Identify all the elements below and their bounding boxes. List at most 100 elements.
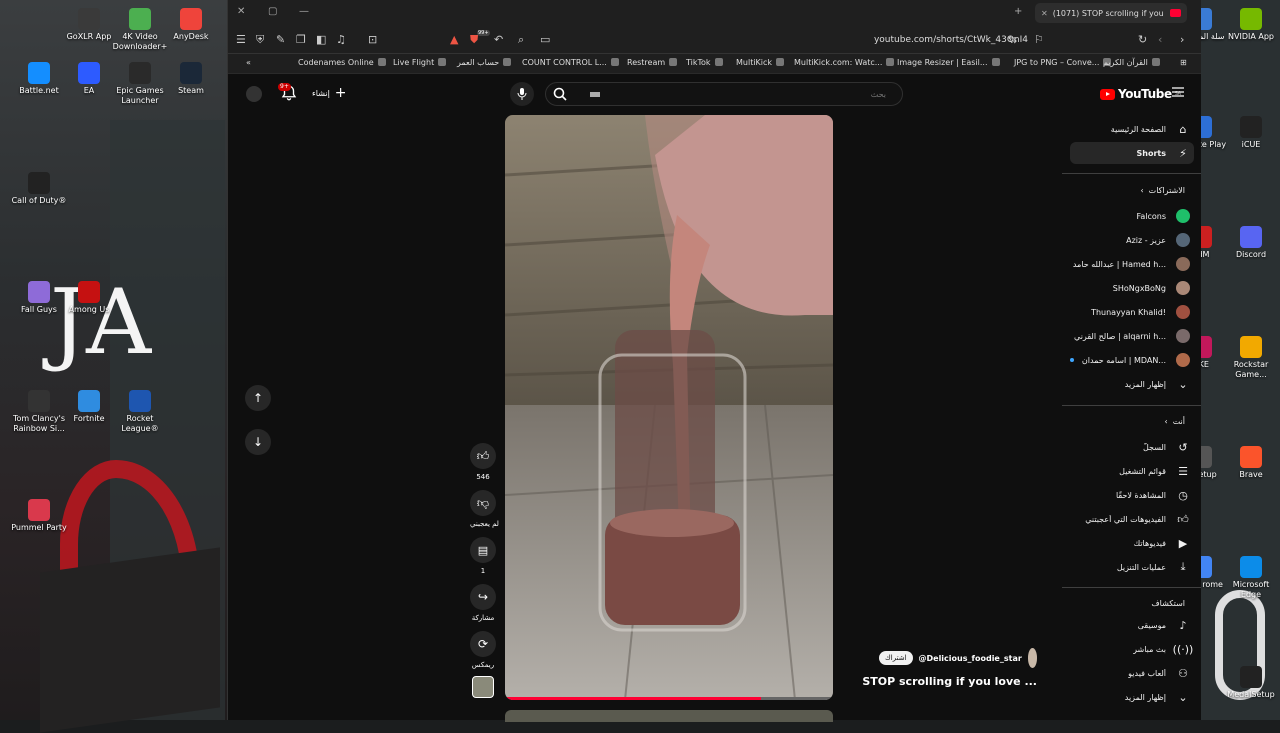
search-input[interactable] xyxy=(586,86,886,102)
bookmark-quran[interactable]: القرآن الكريم xyxy=(1103,58,1160,67)
next-short-button[interactable]: ↓ xyxy=(245,429,271,455)
desktop-icon-anydesk[interactable]: AnyDesk xyxy=(159,8,223,42)
minimize-icon[interactable]: — xyxy=(299,6,309,17)
video-progress-bar[interactable] xyxy=(505,697,833,700)
shield-icon[interactable]: ⛨ xyxy=(256,34,264,46)
sidebar-item-home[interactable]: الصفحة الرئيسية ⌂ xyxy=(1070,118,1194,140)
desktop-icon-icue[interactable]: iCUE xyxy=(1222,116,1280,150)
subscription-item[interactable]: Aziz - عزيز xyxy=(1070,229,1194,251)
sidebar-item-watch-later[interactable]: المشاهدة لاحقًا ◷ xyxy=(1070,484,1194,506)
like-button[interactable]: 👍︎ xyxy=(470,443,496,469)
video-title[interactable]: STOP scrolling if you love ... xyxy=(837,675,1037,688)
screenshot-icon[interactable]: ⊡ xyxy=(368,34,377,46)
address-bar[interactable]: youtube.com/shorts/CtWk_43QnI4 xyxy=(788,33,1028,49)
desktop-icon-amongus[interactable]: Among Us xyxy=(57,281,121,315)
bookmark-codenames[interactable]: Codenames Online xyxy=(298,58,386,67)
sidebar-item-music[interactable]: موسيقى ♪ xyxy=(1070,614,1194,636)
account-avatar[interactable] xyxy=(246,86,262,102)
tabs-icon[interactable]: ❐ xyxy=(296,34,306,46)
subscription-item[interactable]: عبدالله حامد | Hamed h... xyxy=(1070,253,1194,275)
sidebar-item-history[interactable]: السجلّ ↺ xyxy=(1070,436,1194,458)
desktop-icon-rocket[interactable]: Rocket League® xyxy=(108,390,172,434)
bookmark-count[interactable]: COUNT CONTROL L... xyxy=(522,58,619,67)
channel-avatar[interactable] xyxy=(1027,648,1037,668)
back-icon[interactable]: ‹ xyxy=(1158,34,1162,46)
desktop-icon-nvidia[interactable]: NVIDIA App xyxy=(1222,8,1280,42)
desktop-icon-pummel[interactable]: Pummel Party xyxy=(7,499,71,533)
sidebar-icon[interactable]: ◧ xyxy=(316,34,326,46)
subscription-item[interactable]: اسامه حمدان | MDAN... xyxy=(1070,349,1194,371)
comments-button[interactable]: ▤ xyxy=(470,537,496,563)
bookmark-multikick-com[interactable]: MultiKick.com: Watc... xyxy=(794,58,895,67)
bookmark-label: Restream xyxy=(627,58,666,67)
back-history-icon[interactable]: ↶ xyxy=(494,34,503,46)
desktop-icon-brave[interactable]: Brave xyxy=(1222,446,1280,480)
live-dot-icon xyxy=(1070,358,1074,362)
remix-button[interactable]: ⟳ xyxy=(470,631,496,657)
create-button[interactable]: إنشاء + xyxy=(312,84,347,102)
desktop-icon-edge[interactable]: Microsoft Edge xyxy=(1222,556,1280,600)
voice-search-icon[interactable] xyxy=(510,82,534,106)
shorts-video-player[interactable] xyxy=(505,115,833,700)
guide-menu-icon[interactable] xyxy=(1172,87,1184,97)
new-tab-icon[interactable]: + xyxy=(1014,6,1022,17)
menu-icon[interactable]: ☰ xyxy=(236,34,246,46)
subscription-item[interactable]: صالح القرني | alqarni h... xyxy=(1070,325,1194,347)
you-title: أنت xyxy=(1172,417,1185,426)
youtube-logo[interactable]: YouTube SA xyxy=(1100,86,1181,102)
sidebar-item-gaming[interactable]: ألعاب فيديو ⚇ xyxy=(1070,662,1194,684)
site-settings-icon[interactable]: ⇆ xyxy=(1008,34,1017,46)
sidebar-show-more-subscriptions[interactable]: إظهار المزيد ⌄ xyxy=(1070,373,1194,395)
tab-close-icon[interactable]: ✕ xyxy=(1041,9,1048,18)
bookmark-multikick[interactable]: MultiKick xyxy=(736,58,785,67)
subscription-item[interactable]: Thunayyan Khalid! xyxy=(1070,301,1194,323)
sidebar-item-downloads[interactable]: عمليات التنزيل ⤓ xyxy=(1070,556,1194,578)
apps-grid-icon[interactable]: ⊞ xyxy=(1180,58,1187,67)
desktop-icon-cod[interactable]: Call of Duty® xyxy=(7,172,71,206)
channel-name[interactable]: @Delicious_foodie_star xyxy=(919,654,1022,663)
bookmark-label: Live Flight xyxy=(393,58,435,67)
vpn-icon[interactable]: ▲ xyxy=(450,34,458,46)
browser-tab[interactable]: ✕ (1071) STOP scrolling if you love xyxy=(1035,3,1187,23)
bookmark-liveflight[interactable]: Live Flight xyxy=(393,58,447,67)
music-player-icon[interactable]: ♫ xyxy=(336,34,346,46)
bookmark-resizer[interactable]: Image Resizer | Easil... xyxy=(897,58,1000,67)
desktop-icon-medal[interactable]: MedalSetup xyxy=(1222,666,1280,700)
sidebar-item-chevron-down[interactable]: إظهار المزيد ⌄ xyxy=(1070,686,1194,708)
adblock-icon[interactable]: ⛊ xyxy=(470,34,478,46)
desktop-icon-discord[interactable]: Discord xyxy=(1222,226,1280,260)
you-header[interactable]: ‹ أنت xyxy=(1164,417,1185,426)
bookmark-icon[interactable]: ⚐ xyxy=(1034,34,1044,46)
forward-icon[interactable]: › xyxy=(1180,34,1184,46)
desktop-icon-steam[interactable]: Steam xyxy=(159,62,223,96)
dislike-button[interactable]: 👎︎ xyxy=(470,490,496,516)
reload-icon[interactable]: ↻ xyxy=(1138,34,1147,46)
close-window-icon[interactable]: ✕ xyxy=(237,6,245,17)
next-short-preview[interactable] xyxy=(505,710,833,722)
sidebar-item-playlists[interactable]: قوائم التشغيل ☰ xyxy=(1070,460,1194,482)
maximize-icon[interactable]: ▢ xyxy=(268,6,277,17)
subscribe-button[interactable]: اشتراك xyxy=(879,651,913,665)
search-page-icon[interactable]: ⌕ xyxy=(518,34,524,46)
subscriptions-header[interactable]: ‹ الاشتراكات xyxy=(1140,186,1185,195)
bookmark-jpgpng[interactable]: JPG to PNG – Conve... xyxy=(1014,58,1112,67)
pin-icon[interactable]: ✎ xyxy=(276,34,285,46)
share-button[interactable]: ↪ xyxy=(470,584,496,610)
cast-icon[interactable]: ▭ xyxy=(540,34,550,46)
sidebar-item-live[interactable]: بث مباشر ((·)) xyxy=(1070,638,1194,660)
bookmark-tiktok[interactable]: TikTok xyxy=(686,58,723,67)
search-box[interactable] xyxy=(545,82,903,106)
subscription-item[interactable]: SHoNgxBoNg xyxy=(1070,277,1194,299)
sidebar-item-your-videos[interactable]: فيديوهاتك ▶ xyxy=(1070,532,1194,554)
sidebar-item-shorts[interactable]: Shorts ⚡ xyxy=(1070,142,1194,164)
desktop-icon-rockstar[interactable]: Rockstar Game... xyxy=(1222,336,1280,380)
sound-thumbnail[interactable] xyxy=(472,676,494,698)
sidebar-item-liked[interactable]: الفيديوهات التي أعجبتني 👍︎ xyxy=(1070,508,1194,530)
subscription-name: اسامه حمدان | MDAN... xyxy=(1081,355,1166,365)
bookmark-age-calc[interactable]: حساب العمر xyxy=(457,58,512,67)
subscription-item[interactable]: Falcons xyxy=(1070,205,1194,227)
search-button[interactable] xyxy=(545,82,575,106)
bookmark-restream[interactable]: Restream xyxy=(627,58,678,67)
collapse-bookmarks-icon[interactable]: « xyxy=(246,58,251,67)
previous-short-button[interactable]: ↑ xyxy=(245,385,271,411)
